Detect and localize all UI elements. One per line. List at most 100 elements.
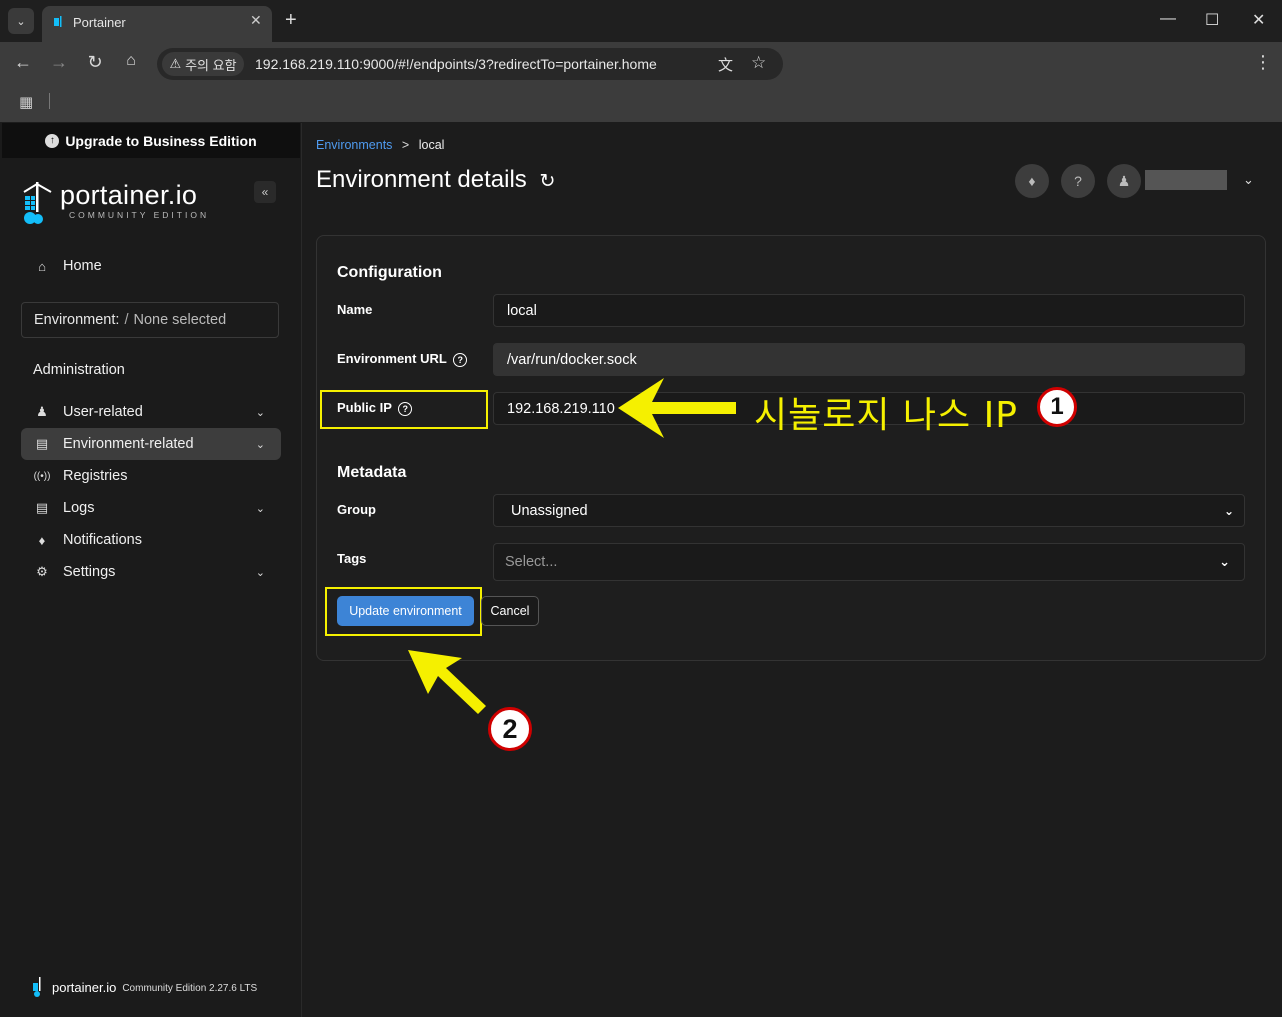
tags-select[interactable]: Select... ⌄	[493, 543, 1245, 581]
minimize-icon[interactable]: —	[1160, 10, 1176, 28]
new-tab-icon[interactable]: +	[285, 9, 297, 32]
security-label: 주의 요함	[185, 57, 237, 73]
bookmark-star-icon[interactable]: ☆	[751, 53, 766, 73]
warning-icon: ⚠	[169, 56, 182, 71]
public-ip-label: Public IP ?	[337, 400, 413, 416]
name-input[interactable]: local	[493, 294, 1245, 327]
page-title: Environment details ↻	[316, 166, 555, 194]
sidebar-item-label: Home	[63, 258, 102, 274]
environment-label: Environment:	[34, 312, 120, 328]
help-icon[interactable]: ?	[1061, 164, 1095, 198]
portainer-logo-icon	[23, 182, 52, 224]
footer-logo-icon	[33, 977, 41, 997]
cancel-button[interactable]: Cancel	[481, 596, 539, 626]
update-environment-button[interactable]: Update environment	[337, 596, 474, 626]
user-avatar-icon[interactable]: ♟	[1107, 164, 1141, 198]
notifications-bell-icon[interactable]: ♦	[1015, 164, 1049, 198]
environment-url-label-text: Environment URL	[337, 351, 447, 366]
tab-title: Portainer	[73, 15, 126, 30]
chevron-down-icon: ⌄	[1223, 503, 1234, 518]
portainer-favicon-icon	[54, 16, 62, 27]
metadata-title: Metadata	[337, 464, 407, 481]
upgrade-arrow-icon: ↑	[45, 133, 60, 148]
forward-icon[interactable]: →	[48, 52, 70, 73]
sidebar-item-label: Registries	[63, 468, 128, 484]
browser-menu-icon[interactable]: ⋮	[1254, 52, 1272, 73]
bookmarks-divider	[49, 93, 50, 109]
sidebar-item-environment-related[interactable]: ▤ Environment-related ⌄	[21, 428, 281, 460]
sidebar-item-notifications[interactable]: ♦ Notifications	[21, 524, 281, 556]
tab-search-chevron-icon[interactable]: ⌄	[8, 8, 34, 34]
collapse-sidebar-icon[interactable]: «	[254, 181, 276, 203]
url-text[interactable]: 192.168.219.110:9000/#!/endpoints/3?redi…	[255, 56, 657, 72]
sidebar-footer: portainer.io Community Edition 2.27.6 LT…	[32, 977, 257, 997]
sidebar-item-home[interactable]: ⌂ Home	[21, 250, 281, 282]
bookmarks-bar	[0, 86, 1282, 122]
window-close-icon[interactable]: ✕	[1252, 10, 1265, 30]
chevron-down-icon: ⌄	[255, 502, 265, 515]
sidebar-item-user-related[interactable]: ♟ User-related ⌄	[21, 396, 281, 428]
breadcrumb: Environments > local	[316, 138, 444, 152]
reload-icon[interactable]: ↻	[84, 52, 106, 73]
environment-value: None selected	[133, 312, 227, 328]
public-ip-annotation: 시놀로지 나스 IP	[754, 395, 1018, 436]
public-ip-label-text: Public IP	[337, 400, 392, 415]
breadcrumb-separator: >	[401, 138, 410, 152]
chevron-down-icon: ⌄	[255, 438, 265, 451]
group-select-value: Unassigned	[511, 502, 588, 519]
name-label: Name	[337, 302, 373, 317]
user-menu-chevron-icon[interactable]: ⌄	[1243, 172, 1254, 188]
back-icon[interactable]: ←	[12, 52, 34, 73]
configuration-title: Configuration	[337, 264, 442, 281]
logo-text: portainer.io	[60, 180, 198, 210]
footer-version: Community Edition 2.27.6 LTS	[122, 983, 258, 994]
environment-selector[interactable]: Environment: / None selected	[21, 302, 279, 338]
home-icon[interactable]: ⌂	[120, 52, 142, 70]
translate-icon[interactable]: 文	[718, 54, 733, 75]
logo-subtitle: COMMUNITY EDITION	[69, 210, 210, 220]
radio-icon: ((•))	[33, 470, 51, 482]
sidebar-item-label: Settings	[63, 564, 116, 580]
bell-icon: ♦	[38, 532, 46, 548]
breadcrumb-current: local	[418, 138, 445, 152]
sidebar-item-label: User-related	[63, 404, 143, 420]
security-chip[interactable]: ⚠ 주의 요함	[162, 52, 244, 76]
username-redacted	[1145, 170, 1227, 190]
environment-url-label: Environment URL ?	[337, 351, 468, 367]
breadcrumb-environments-link[interactable]: Environments	[316, 138, 392, 152]
group-label: Group	[337, 502, 376, 517]
tags-placeholder: Select...	[505, 554, 558, 570]
users-icon: ♟	[36, 404, 48, 419]
help-circle-icon[interactable]: ?	[453, 353, 468, 367]
apps-grid-icon[interactable]: ▦	[19, 93, 33, 111]
tab-close-icon[interactable]: ✕	[250, 12, 262, 29]
server-icon: ▤	[35, 436, 49, 451]
step-1-badge: 1	[1037, 387, 1077, 427]
gear-icon: ⚙	[36, 564, 48, 579]
sidebar-item-label: Environment-related	[63, 436, 194, 452]
chevron-down-icon: ⌄	[255, 406, 265, 419]
footer-brand: portainer.io	[52, 979, 117, 995]
chevron-down-icon: ⌄	[1219, 554, 1230, 569]
upgrade-label: Upgrade to Business Edition	[65, 132, 257, 149]
file-text-icon: ▤	[35, 500, 49, 515]
maximize-icon[interactable]: ☐	[1205, 10, 1219, 30]
home-nav-icon: ⌂	[38, 258, 46, 274]
sidebar-item-label: Logs	[63, 500, 95, 516]
sidebar-item-settings[interactable]: ⚙ Settings ⌄	[21, 556, 281, 588]
tags-label: Tags	[337, 551, 367, 566]
help-circle-icon[interactable]: ?	[398, 402, 413, 416]
step-2-badge: 2	[488, 707, 532, 751]
annotation-arrow-up-left-icon	[408, 650, 486, 714]
sidebar-item-logs[interactable]: ▤ Logs ⌄	[21, 492, 281, 524]
page-title-text: Environment details	[316, 166, 527, 193]
sidebar-item-label: Notifications	[63, 532, 142, 548]
environment-url-input: /var/run/docker.sock	[493, 343, 1245, 376]
administration-heading: Administration	[33, 362, 125, 378]
group-select[interactable]: Unassigned ⌄	[493, 494, 1245, 527]
sidebar-item-registries[interactable]: ((•)) Registries	[21, 460, 281, 492]
annotation-arrow-left-icon	[618, 378, 736, 438]
refresh-icon[interactable]: ↻	[539, 171, 555, 192]
chevron-down-icon: ⌄	[255, 566, 265, 579]
upgrade-banner[interactable]: ↑ Upgrade to Business Edition	[2, 123, 300, 158]
